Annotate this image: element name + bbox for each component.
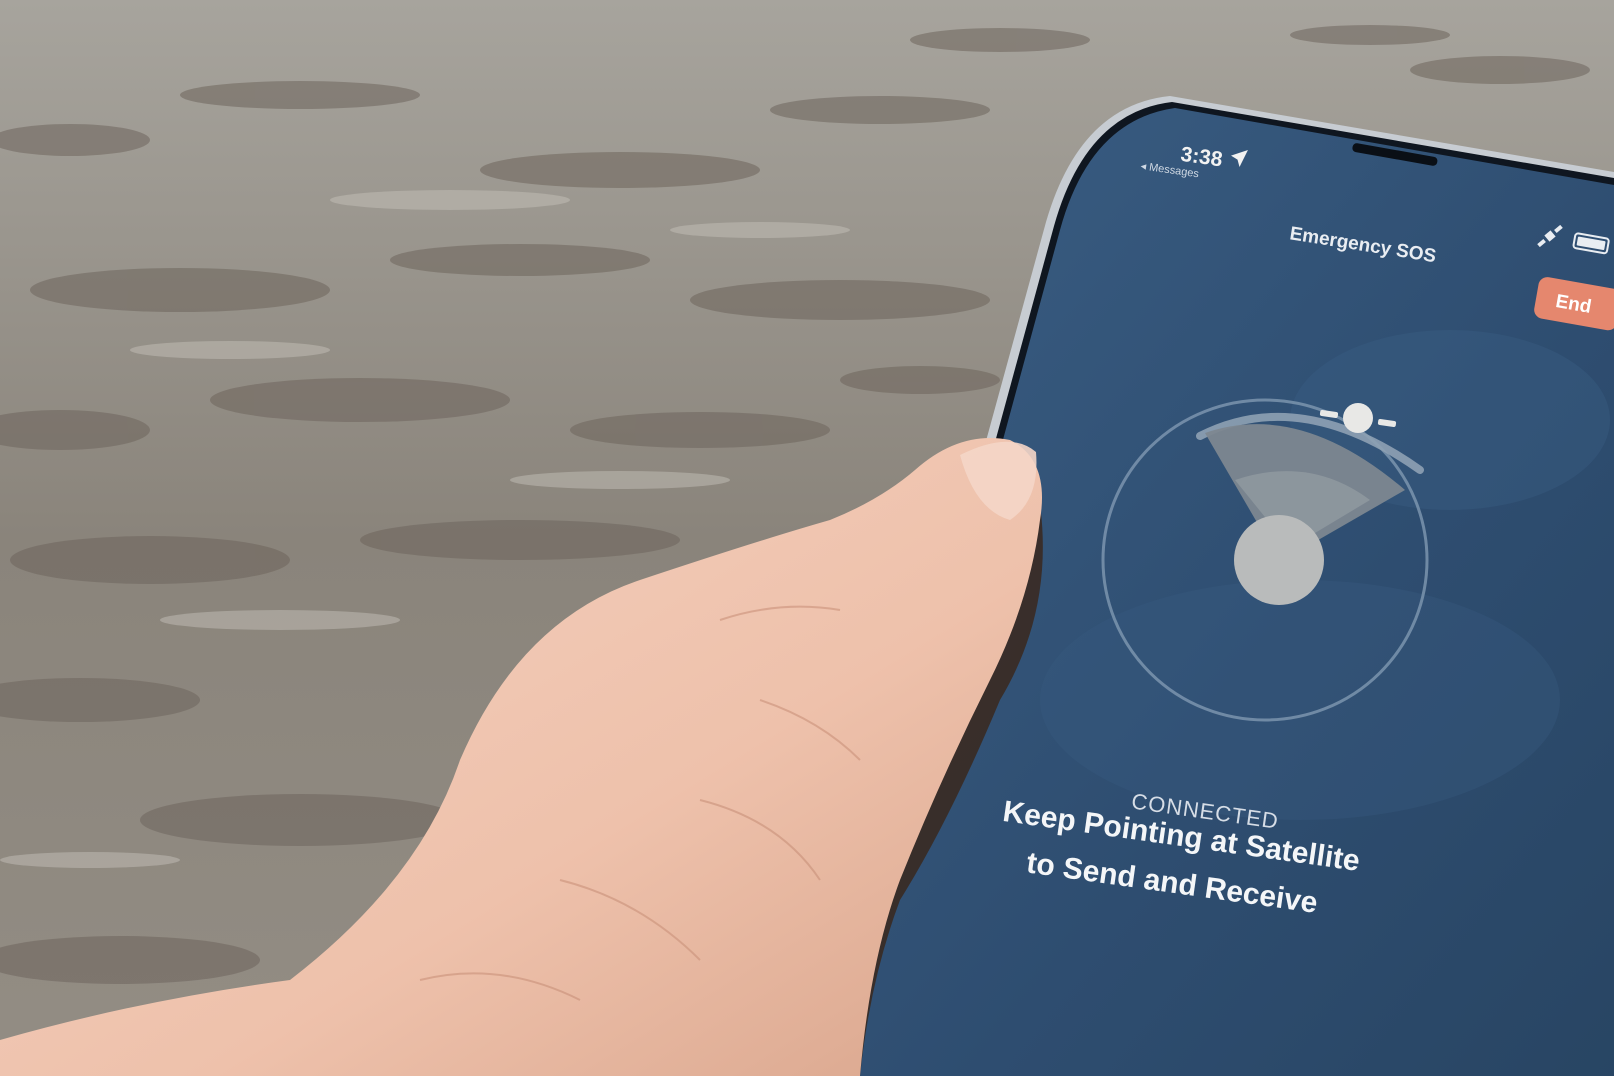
user-position-dot [1234,515,1324,605]
photo-scene: 3:38 ◂ Messages Emergency SOS End CONNEC… [0,0,1614,1076]
satellite-marker [1343,403,1373,433]
